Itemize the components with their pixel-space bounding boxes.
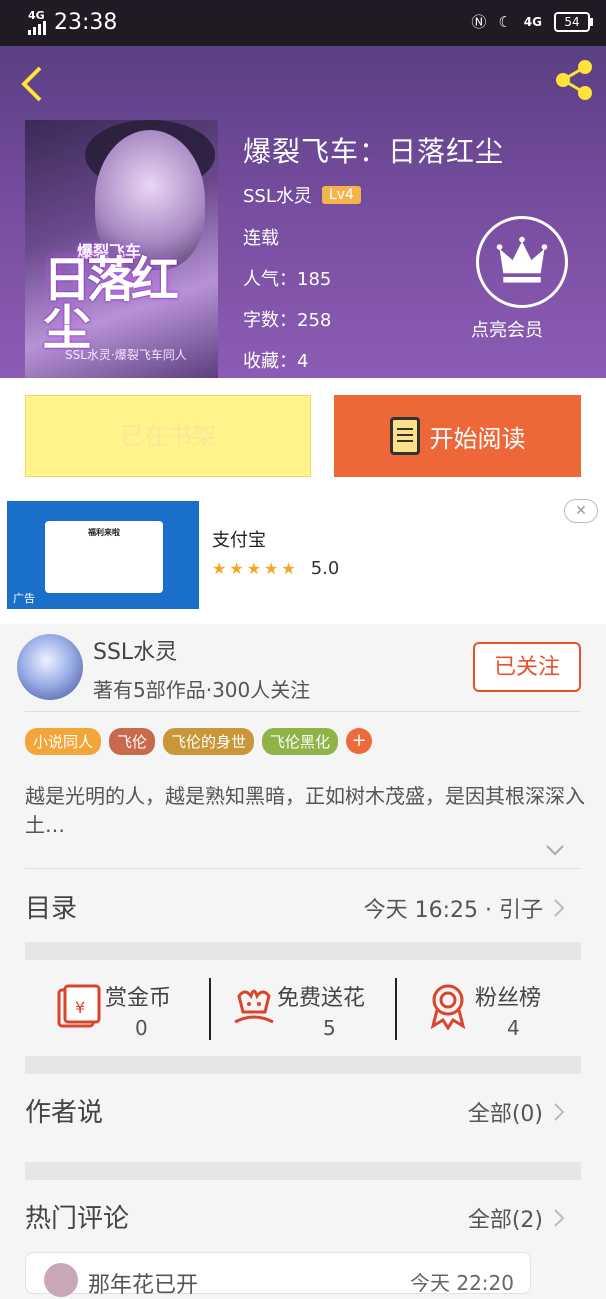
commenter-avatar[interactable]	[44, 1263, 78, 1297]
star-icon: ★	[281, 559, 296, 578]
follow-button[interactable]: 已关注	[473, 642, 581, 692]
favorites-count: 收藏：4	[243, 351, 309, 372]
hot-comments-count: 全部(2)	[467, 1208, 543, 1233]
status-bar: 4G 23:38 Ⓝ ☾ 4G 54	[0, 0, 606, 46]
commenter-name[interactable]: 那年花已开	[88, 1267, 198, 1299]
tag-item[interactable]: 飞伦黑化	[262, 728, 339, 755]
section-divider	[25, 1162, 581, 1180]
ad-image[interactable]: 福利来啦 广告	[7, 501, 199, 609]
moon-icon: ☾	[498, 12, 512, 31]
vip-button[interactable]	[476, 216, 568, 308]
ad-tag: 广告	[13, 592, 35, 605]
star-icon: ★	[212, 559, 227, 578]
book-icon	[389, 417, 420, 455]
ad-app-name[interactable]: 支付宝	[212, 526, 266, 552]
chevron-down-icon[interactable]	[545, 840, 565, 860]
reward-coins[interactable]: ¥ 赏金币 0	[25, 960, 210, 1056]
tag-item[interactable]: 飞伦的身世	[163, 728, 255, 755]
crown-icon	[496, 236, 548, 283]
tag-item[interactable]: 小说同人	[25, 728, 102, 755]
divider	[25, 711, 581, 712]
action-bar: 已在书架 开始阅读	[0, 378, 606, 494]
divider	[25, 868, 581, 869]
author-says-label: 作者说	[25, 1098, 104, 1128]
comment-card[interactable]: 那年花已开 今天 22:20	[25, 1252, 531, 1298]
star-icon: ★	[264, 559, 279, 578]
chevron-right-icon	[554, 899, 565, 917]
network-4g-icon: 4G	[523, 14, 542, 29]
clock: 23:38	[54, 10, 118, 35]
author-avatar[interactable]	[17, 634, 83, 700]
hot-comments-label: 热门评论	[25, 1204, 130, 1234]
share-icon[interactable]	[552, 58, 596, 102]
author-says-row[interactable]: 作者说 全部(0)	[25, 1082, 581, 1142]
svg-text:¥: ¥	[75, 998, 85, 1017]
toc-latest: 今天 16:25 · 引子	[363, 898, 543, 923]
ad-rating: ★ ★ ★ ★ ★ 5.0	[212, 558, 340, 579]
ad-close-button[interactable]: ✕	[564, 499, 598, 523]
free-flowers[interactable]: 免费送花 5	[211, 960, 396, 1056]
author-says-count: 全部(0)	[467, 1102, 543, 1127]
red-envelope-icon: ¥	[57, 984, 101, 1028]
star-icon: ★	[229, 559, 244, 578]
tag-list: 小说同人 飞伦 飞伦的身世 飞伦黑化 +	[25, 728, 373, 755]
section-divider	[25, 1056, 581, 1074]
book-title: 爆裂飞车：日落红尘	[243, 135, 505, 168]
comment-time: 今天 22:20	[410, 1271, 514, 1295]
author-name[interactable]: SSL水灵	[93, 634, 177, 666]
vip-label[interactable]: 点亮会员	[471, 316, 543, 342]
fan-ranking[interactable]: 粉丝榜 4	[397, 960, 581, 1056]
ad-banner[interactable]: 福利来啦 广告 支付宝 ★ ★ ★ ★ ★ 5.0 ✕	[0, 494, 606, 624]
book-description[interactable]: 越是光明的人，越是熟知黑暗，正如树木茂盛，是因其根深深入土…	[25, 782, 585, 840]
toc-row[interactable]: 目录 今天 16:25 · 引子	[25, 878, 581, 938]
section-divider	[25, 942, 581, 960]
book-status: 连载	[243, 228, 279, 249]
add-tag-button[interactable]: +	[346, 728, 373, 754]
star-icon: ★	[246, 559, 262, 578]
word-count: 字数：258	[243, 310, 332, 331]
flower-icon	[234, 989, 274, 1024]
start-reading-button[interactable]: 开始阅读	[334, 395, 581, 477]
popularity: 人气：185	[243, 269, 332, 290]
medal-icon	[430, 984, 466, 1030]
battery-icon: 54	[554, 11, 593, 32]
chevron-right-icon	[554, 1103, 565, 1121]
chevron-right-icon	[554, 1209, 565, 1227]
in-shelf-button[interactable]: 已在书架	[25, 395, 311, 477]
toc-label: 目录	[25, 894, 78, 924]
book-cover[interactable]: 爆裂飞车 日落红尘 SSL水灵·爆裂飞车同人	[25, 120, 218, 378]
stats-row: ¥ 赏金币 0 免费送花 5 粉丝榜 4	[25, 960, 581, 1056]
nfc-icon: Ⓝ	[471, 13, 487, 31]
author-stats: 著有5部作品·300人关注	[93, 678, 311, 702]
level-badge: Lv4	[321, 186, 361, 204]
book-author[interactable]: SSL水灵	[243, 182, 312, 208]
network-indicator: 4G	[28, 10, 46, 35]
book-header: 爆裂飞车 日落红尘 SSL水灵·爆裂飞车同人 爆裂飞车：日落红尘 SSL水灵 L…	[0, 46, 606, 378]
hot-comments-row[interactable]: 热门评论 全部(2)	[25, 1188, 581, 1248]
tag-item[interactable]: 飞伦	[109, 728, 156, 755]
back-icon[interactable]	[18, 64, 48, 104]
